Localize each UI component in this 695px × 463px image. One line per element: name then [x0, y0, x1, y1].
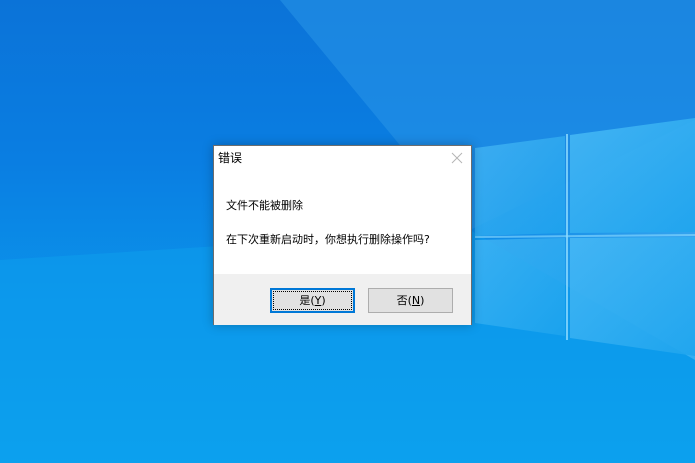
yes-button-label-prefix: 是(	[299, 294, 315, 307]
no-button-label-suffix: )	[420, 294, 425, 307]
yes-button[interactable]: 是(Y)	[270, 288, 355, 313]
dialog-title-bar[interactable]: 错误	[214, 146, 471, 170]
dialog-footer: 是(Y) 否(N)	[214, 274, 471, 325]
no-button[interactable]: 否(N)	[368, 288, 453, 313]
no-button-label-prefix: 否(	[396, 294, 412, 307]
yes-button-label-suffix: )	[321, 294, 326, 307]
close-button[interactable]	[449, 150, 465, 166]
dialog-content: 文件不能被删除 在下次重新启动时，你想执行删除操作吗?	[214, 170, 471, 274]
error-dialog: 错误 文件不能被删除 在下次重新启动时，你想执行删除操作吗? 是(Y) 否(N)	[213, 145, 472, 325]
no-button-mnemonic: N	[411, 294, 421, 307]
message-line-2: 在下次重新启动时，你想执行删除操作吗?	[226, 233, 430, 246]
dialog-title: 错误	[218, 151, 243, 165]
close-icon	[451, 152, 463, 164]
message-line-1: 文件不能被删除	[226, 199, 303, 212]
